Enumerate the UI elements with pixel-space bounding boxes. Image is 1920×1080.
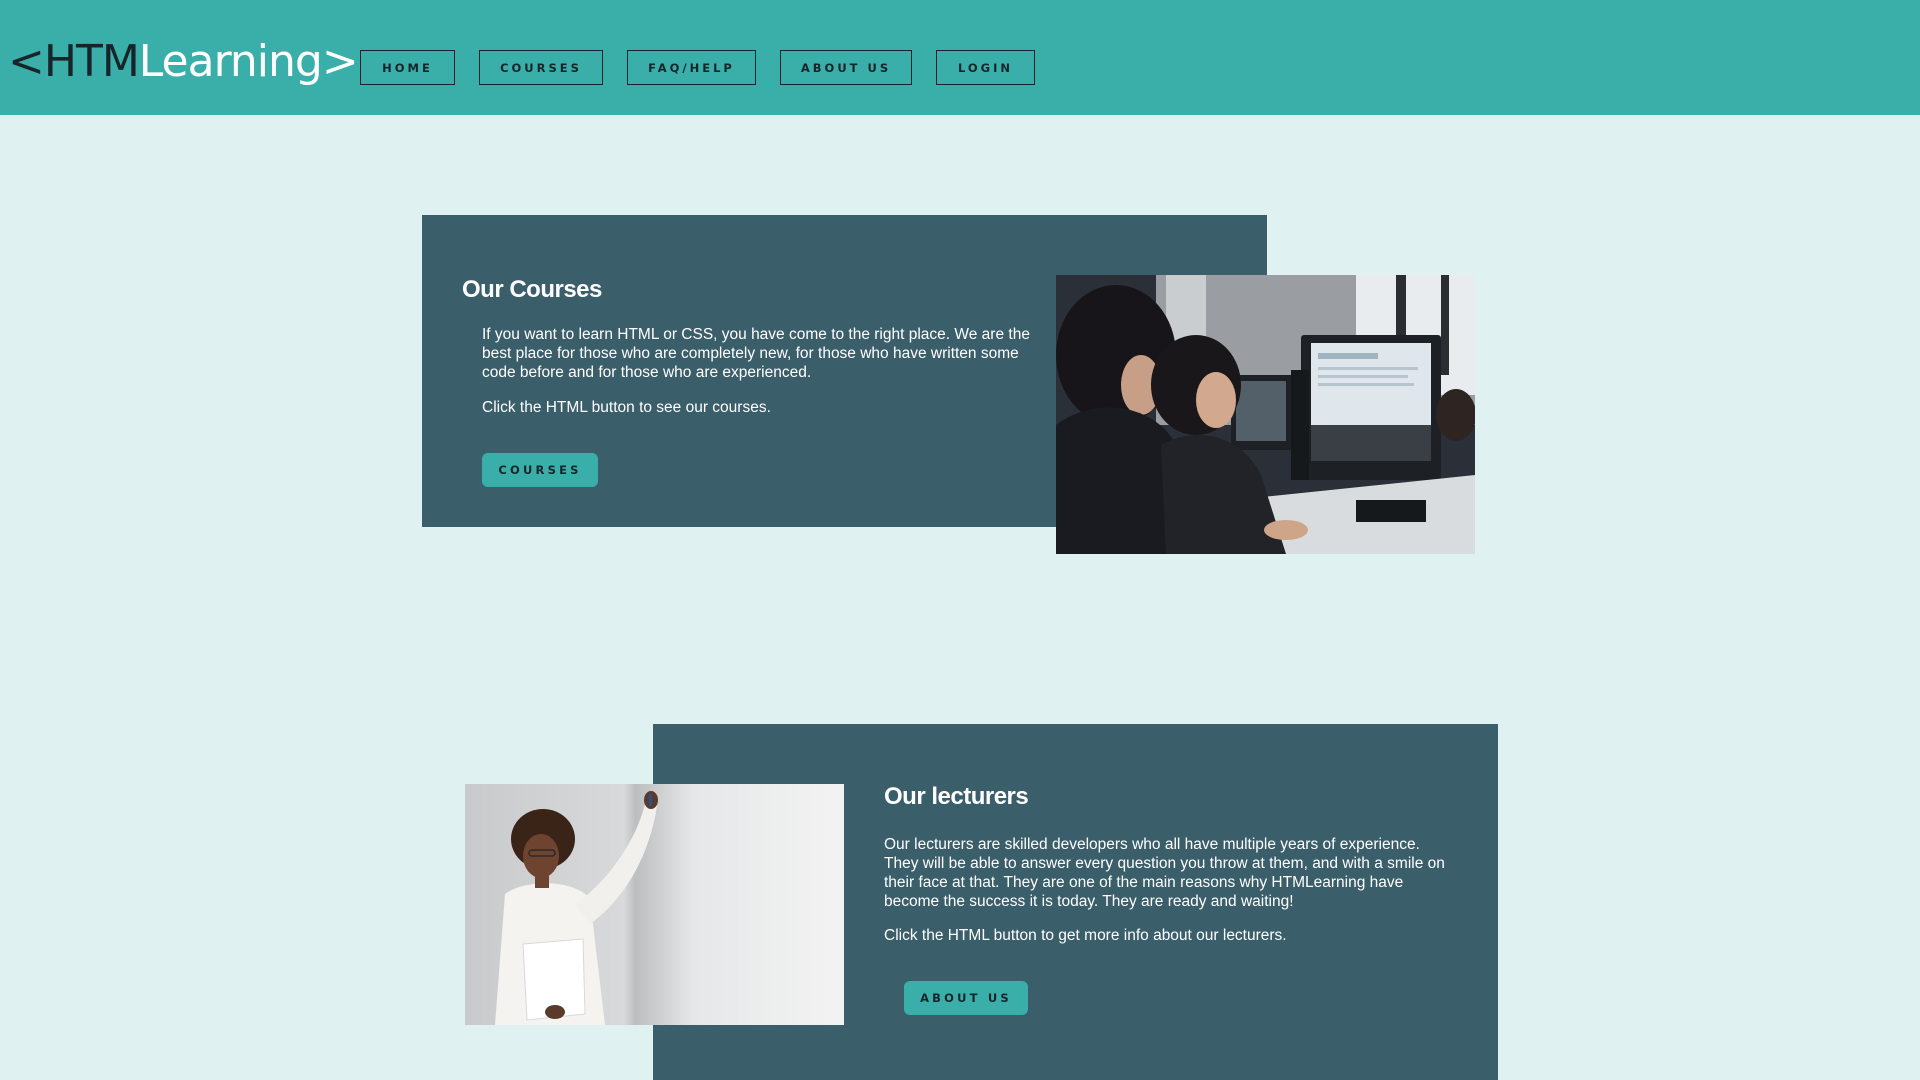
courses-button[interactable]: COURSES: [482, 453, 598, 487]
nav-about-us-button[interactable]: ABOUT US: [780, 50, 912, 85]
courses-title: Our Courses: [462, 276, 602, 303]
nav-faq-help-button[interactable]: FAQ/HELP: [627, 50, 756, 85]
site-logo[interactable]: <HTMLearning>: [8, 34, 359, 90]
courses-description: If you want to learn HTML or CSS, you ha…: [482, 326, 1030, 381]
lecturer-at-whiteboard-photo: [465, 784, 844, 1025]
lecturers-instruction: Click the HTML button to get more info a…: [884, 927, 1287, 944]
students-at-computers-photo: [1056, 275, 1475, 554]
logo-left-text: <HTM: [8, 36, 140, 87]
logo-right-text: Learning>: [138, 36, 359, 87]
nav-login-button[interactable]: LOGIN: [936, 50, 1035, 85]
lecturers-title: Our lecturers: [884, 783, 1029, 810]
nav-courses-button[interactable]: COURSES: [479, 50, 603, 85]
about-us-button[interactable]: ABOUT US: [904, 981, 1028, 1015]
lecturers-description: Our lecturers are skilled developers who…: [884, 836, 1445, 910]
courses-instruction: Click the HTML button to see our courses…: [482, 399, 771, 416]
nav-home-button[interactable]: HOME: [360, 50, 455, 85]
top-navigation-bar: <HTMLearning> HOME COURSES FAQ/HELP ABOU…: [0, 0, 1920, 115]
